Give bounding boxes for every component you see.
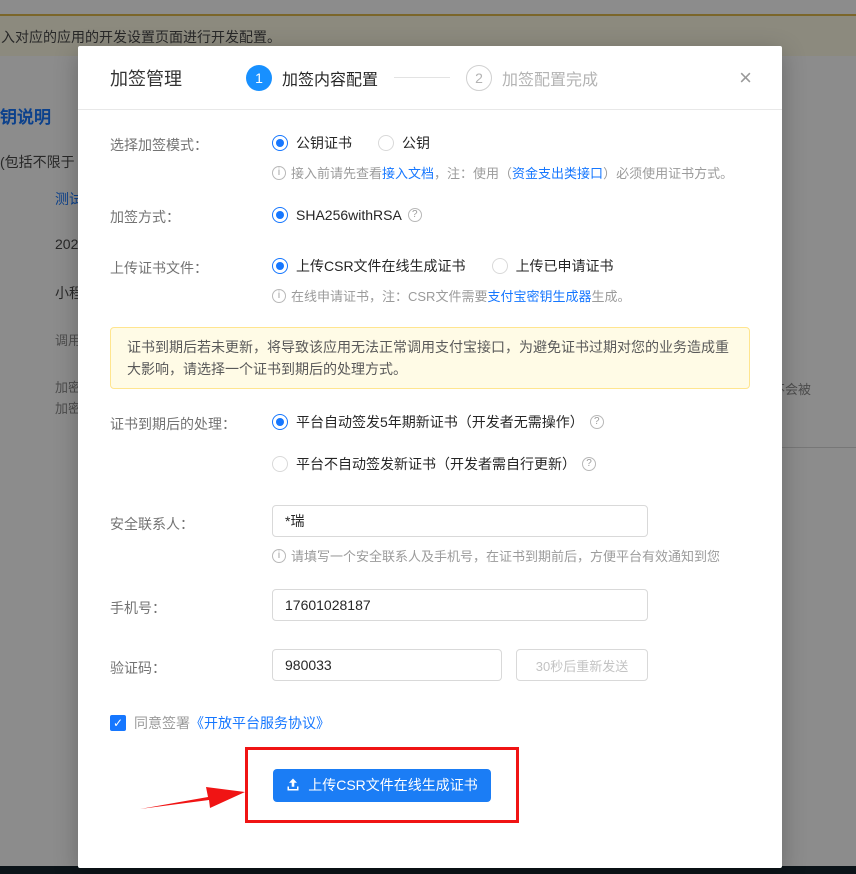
resend-code-button[interactable]: 30秒后重新发送 xyxy=(516,649,648,681)
radio-unselected-icon xyxy=(492,258,508,274)
hint-text: ，注：使用（ xyxy=(434,163,512,182)
security-contact-input[interactable] xyxy=(272,505,648,537)
upload-csr-button[interactable]: 上传CSR文件在线生成证书 xyxy=(273,769,491,802)
security-contact-label: 安全联系人： xyxy=(110,505,272,565)
agreement-checkbox[interactable]: ✓ xyxy=(110,715,126,731)
radio-label: 平台不自动签发新证书（开发者需自行更新） xyxy=(296,454,576,474)
access-doc-link[interactable]: 接入文档 xyxy=(382,163,434,182)
radio-manual-renew[interactable]: 平台不自动签发新证书（开发者需自行更新） ? xyxy=(272,454,596,474)
row-phone: 手机号： xyxy=(110,589,750,621)
phone-label: 手机号： xyxy=(110,589,272,621)
radio-selected-icon xyxy=(272,258,288,274)
radio-public-key-cert[interactable]: 公钥证书 xyxy=(272,133,352,153)
sign-mode-hint: i 接入前请先查看接入文档，注：使用（资金支出类接口）必须使用证书方式。 xyxy=(272,163,750,182)
cert-upload-hint: i 在线申请证书，注：CSR文件需要支付宝密钥生成器生成。 xyxy=(272,286,750,305)
cert-upload-label: 上传证书文件： xyxy=(110,255,272,305)
hint-text: 请填写一个安全联系人及手机号，在证书到期前后，方便平台有效通知到您 xyxy=(291,546,720,565)
radio-upload-existing[interactable]: 上传已申请证书 xyxy=(492,256,614,276)
help-icon[interactable]: ? xyxy=(590,415,604,429)
annotation-arrow-icon xyxy=(138,777,248,813)
annotation-rectangle: 上传CSR文件在线生成证书 xyxy=(245,747,519,823)
help-icon[interactable]: ? xyxy=(582,457,596,471)
radio-label: SHA256withRSA xyxy=(296,207,402,223)
step-2: 2 加签配置完成 xyxy=(466,65,598,91)
security-contact-hint: i 请填写一个安全联系人及手机号，在证书到期前后，方便平台有效通知到您 xyxy=(272,546,750,565)
row-sign-mode: 选择加签模式： 公钥证书 公钥 i 接入前请先查看接入文档，注：使用（资金支出类… xyxy=(110,132,750,182)
radio-label: 平台自动签发5年期新证书（开发者无需操作） xyxy=(296,412,584,432)
dialog-title: 加签管理 xyxy=(110,65,182,91)
info-icon: i xyxy=(272,289,286,303)
row-verification-code: 验证码： 30秒后重新发送 xyxy=(110,649,750,681)
hint-text: 生成。 xyxy=(591,286,630,305)
radio-sha256[interactable]: SHA256withRSA ? xyxy=(272,207,422,223)
radio-label: 公钥 xyxy=(402,133,430,153)
verification-code-input[interactable] xyxy=(272,649,502,681)
step-connector xyxy=(394,77,450,78)
radio-selected-icon xyxy=(272,135,288,151)
submit-zone: 上传CSR文件在线生成证书 xyxy=(110,733,750,853)
radio-public-key[interactable]: 公钥 xyxy=(378,133,430,153)
radio-unselected-icon xyxy=(272,456,288,472)
help-icon[interactable]: ? xyxy=(408,208,422,222)
key-generator-link[interactable]: 支付宝密钥生成器 xyxy=(487,286,591,305)
signing-management-dialog: 加签管理 1 加签内容配置 2 加签配置完成 × 选择加签模式： 公钥证书 xyxy=(78,46,782,868)
row-cert-upload: 上传证书文件： 上传CSR文件在线生成证书 上传已申请证书 i 在线申请证书，注… xyxy=(110,255,750,305)
upload-csr-button-label: 上传CSR文件在线生成证书 xyxy=(308,775,478,795)
hint-text: 在线申请证书，注：CSR文件需要 xyxy=(291,286,487,305)
step-1: 1 加签内容配置 xyxy=(246,65,378,91)
agreement-text: 同意签署 xyxy=(134,713,190,733)
row-security-contact: 安全联系人： i 请填写一个安全联系人及手机号，在证书到期前后，方便平台有效通知… xyxy=(110,505,750,565)
radio-selected-icon xyxy=(272,207,288,223)
upload-icon xyxy=(286,778,300,792)
agreement-row: ✓ 同意签署 《开放平台服务协议》 xyxy=(110,713,750,733)
expiry-handling-label: 证书到期后的处理： xyxy=(110,411,272,475)
phone-input[interactable] xyxy=(272,589,648,621)
radio-auto-renew[interactable]: 平台自动签发5年期新证书（开发者无需操作） ? xyxy=(272,412,604,432)
radio-unselected-icon xyxy=(378,135,394,151)
radio-upload-csr[interactable]: 上传CSR文件在线生成证书 xyxy=(272,256,466,276)
fund-api-link[interactable]: 资金支出类接口 xyxy=(512,163,603,182)
hint-text: ）必须使用证书方式。 xyxy=(603,163,733,182)
dialog-header: 加签管理 1 加签内容配置 2 加签配置完成 × xyxy=(78,46,782,110)
sign-mode-label: 选择加签模式： xyxy=(110,132,272,182)
step-2-label: 加签配置完成 xyxy=(502,66,598,90)
info-icon: i xyxy=(272,549,286,563)
row-expiry-handling: 证书到期后的处理： 平台自动签发5年期新证书（开发者无需操作） ? 平台不自动签… xyxy=(110,411,750,475)
verification-code-label: 验证码： xyxy=(110,649,272,681)
info-icon: i xyxy=(272,166,286,180)
hint-text: 接入前请先查看 xyxy=(291,163,382,182)
dialog-body: 选择加签模式： 公钥证书 公钥 i 接入前请先查看接入文档，注：使用（资金支出类… xyxy=(78,110,782,868)
row-sign-method: 加签方式： SHA256withRSA ? xyxy=(110,204,750,227)
radio-selected-icon xyxy=(272,414,288,430)
radio-label: 上传已申请证书 xyxy=(516,256,614,276)
radio-label: 公钥证书 xyxy=(296,133,352,153)
step-1-label: 加签内容配置 xyxy=(282,66,378,90)
close-icon[interactable]: × xyxy=(739,67,752,89)
step-2-number: 2 xyxy=(466,65,492,91)
expiry-warning-box: 证书到期后若未更新，将导致该应用无法正常调用支付宝接口，为避免证书过期对您的业务… xyxy=(110,327,750,389)
sign-method-label: 加签方式： xyxy=(110,204,272,227)
service-agreement-link[interactable]: 《开放平台服务协议》 xyxy=(190,713,330,733)
step-1-number: 1 xyxy=(246,65,272,91)
radio-label: 上传CSR文件在线生成证书 xyxy=(296,256,466,276)
